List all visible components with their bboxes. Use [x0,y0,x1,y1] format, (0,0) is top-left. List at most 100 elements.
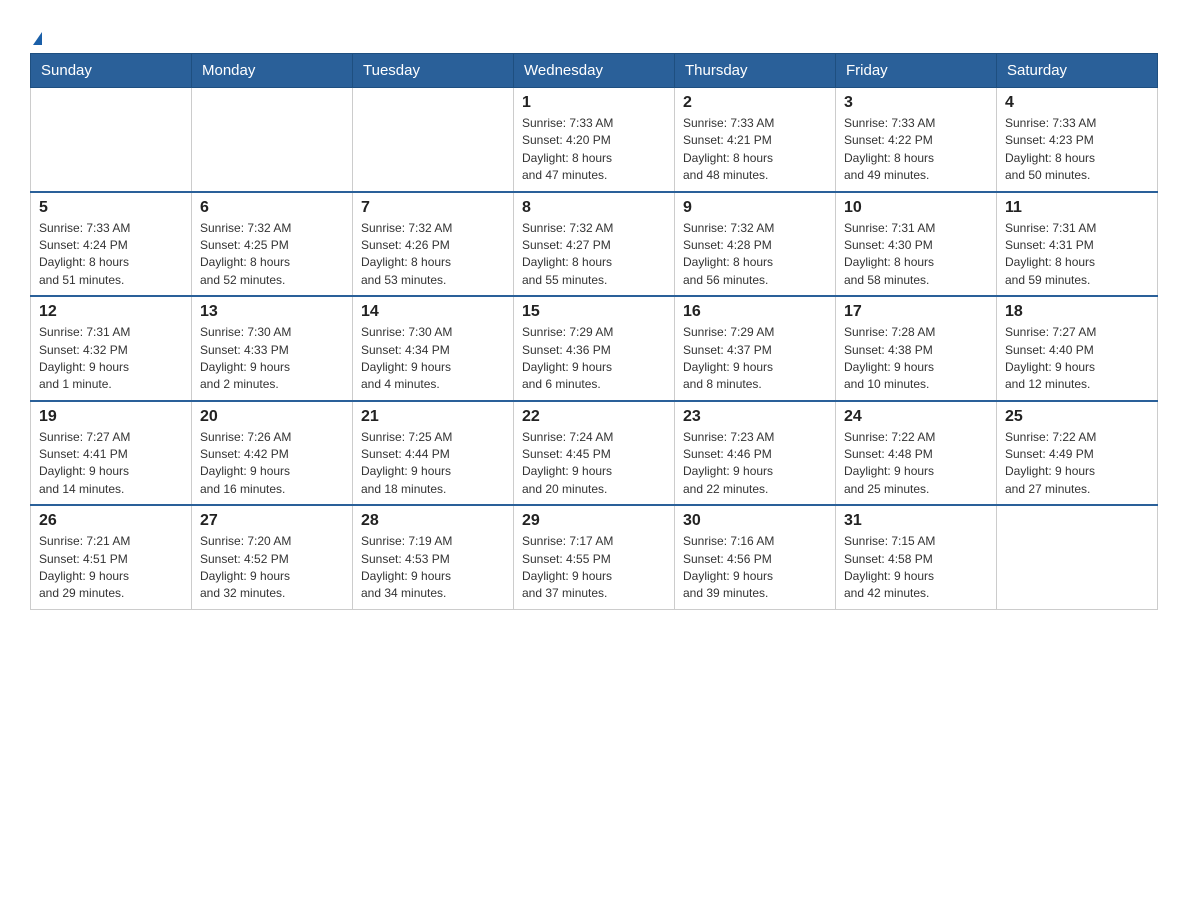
day-cell: 22 Sunrise: 7:24 AM Sunset: 4:45 PM Dayli… [514,401,675,506]
day-number: 29 [522,512,666,530]
day-info: Sunrise: 7:33 AM Sunset: 4:22 PM Dayligh… [844,115,988,185]
day-info: Sunrise: 7:32 AM Sunset: 4:25 PM Dayligh… [200,220,344,290]
page-header [30,20,1158,43]
day-cell: 10Sunrise: 7:31 AM Sunset: 4:30 PM Dayli… [836,192,997,297]
day-cell: 1 Sunrise: 7:33 AM Sunset: 4:20 PM Daylig… [514,88,675,192]
week-row-4: 19 Sunrise: 7:27 AM Sunset: 4:41 PM Dayli… [31,401,1158,506]
day-cell: 8Sunrise: 7:32 AM Sunset: 4:27 PM Daylig… [514,192,675,297]
day-cell: 21 Sunrise: 7:25 AM Sunset: 4:44 PM Dayli… [353,401,514,506]
day-cell: 7 Sunrise: 7:32 AM Sunset: 4:26 PM Daylig… [353,192,514,297]
day-cell: 12 Sunrise: 7:31 AM Sunset: 4:32 PM Dayli… [31,296,192,401]
calendar-table: SundayMondayTuesdayWednesdayThursdayFrid… [30,53,1158,610]
day-cell: 16 Sunrise: 7:29 AM Sunset: 4:37 PM Dayli… [675,296,836,401]
day-info: Sunrise: 7:31 AM Sunset: 4:32 PM Dayligh… [39,324,183,394]
day-cell: 4Sunrise: 7:33 AM Sunset: 4:23 PM Daylig… [997,88,1158,192]
day-info: Sunrise: 7:25 AM Sunset: 4:44 PM Dayligh… [361,429,505,499]
day-number: 18 [1005,303,1149,321]
day-cell: 11 Sunrise: 7:31 AM Sunset: 4:31 PM Dayli… [997,192,1158,297]
day-number: 4 [1005,94,1149,112]
day-cell: 29 Sunrise: 7:17 AM Sunset: 4:55 PM Dayli… [514,505,675,609]
day-cell: 28Sunrise: 7:19 AM Sunset: 4:53 PM Dayli… [353,505,514,609]
day-cell: 5 Sunrise: 7:33 AM Sunset: 4:24 PM Daylig… [31,192,192,297]
header-cell-thursday: Thursday [675,54,836,88]
day-number: 9 [683,199,827,217]
day-number: 20 [200,408,344,426]
day-info: Sunrise: 7:29 AM Sunset: 4:37 PM Dayligh… [683,324,827,394]
day-cell: 13Sunrise: 7:30 AM Sunset: 4:33 PM Dayli… [192,296,353,401]
day-info: Sunrise: 7:24 AM Sunset: 4:45 PM Dayligh… [522,429,666,499]
day-info: Sunrise: 7:27 AM Sunset: 4:40 PM Dayligh… [1005,324,1149,394]
logo-triangle-icon [33,32,42,45]
day-number: 26 [39,512,183,530]
day-cell [31,88,192,192]
day-info: Sunrise: 7:26 AM Sunset: 4:42 PM Dayligh… [200,429,344,499]
day-info: Sunrise: 7:15 AM Sunset: 4:58 PM Dayligh… [844,533,988,603]
calendar-body: 1 Sunrise: 7:33 AM Sunset: 4:20 PM Daylig… [31,88,1158,610]
day-number: 8 [522,199,666,217]
day-info: Sunrise: 7:31 AM Sunset: 4:30 PM Dayligh… [844,220,988,290]
day-number: 11 [1005,199,1149,217]
day-cell [353,88,514,192]
day-number: 23 [683,408,827,426]
day-info: Sunrise: 7:29 AM Sunset: 4:36 PM Dayligh… [522,324,666,394]
day-cell: 18 Sunrise: 7:27 AM Sunset: 4:40 PM Dayli… [997,296,1158,401]
day-info: Sunrise: 7:33 AM Sunset: 4:20 PM Dayligh… [522,115,666,185]
week-row-3: 12 Sunrise: 7:31 AM Sunset: 4:32 PM Dayli… [31,296,1158,401]
day-number: 27 [200,512,344,530]
day-info: Sunrise: 7:21 AM Sunset: 4:51 PM Dayligh… [39,533,183,603]
day-cell: 19 Sunrise: 7:27 AM Sunset: 4:41 PM Dayli… [31,401,192,506]
day-number: 14 [361,303,505,321]
week-row-5: 26 Sunrise: 7:21 AM Sunset: 4:51 PM Dayli… [31,505,1158,609]
day-cell: 27 Sunrise: 7:20 AM Sunset: 4:52 PM Dayli… [192,505,353,609]
day-info: Sunrise: 7:32 AM Sunset: 4:26 PM Dayligh… [361,220,505,290]
week-row-1: 1 Sunrise: 7:33 AM Sunset: 4:20 PM Daylig… [31,88,1158,192]
day-number: 19 [39,408,183,426]
day-number: 12 [39,303,183,321]
day-cell: 26 Sunrise: 7:21 AM Sunset: 4:51 PM Dayli… [31,505,192,609]
day-number: 30 [683,512,827,530]
day-cell [192,88,353,192]
day-cell: 14 Sunrise: 7:30 AM Sunset: 4:34 PM Dayli… [353,296,514,401]
header-cell-wednesday: Wednesday [514,54,675,88]
day-info: Sunrise: 7:31 AM Sunset: 4:31 PM Dayligh… [1005,220,1149,290]
day-cell: 15 Sunrise: 7:29 AM Sunset: 4:36 PM Dayli… [514,296,675,401]
day-info: Sunrise: 7:33 AM Sunset: 4:21 PM Dayligh… [683,115,827,185]
day-info: Sunrise: 7:33 AM Sunset: 4:24 PM Dayligh… [39,220,183,290]
day-info: Sunrise: 7:22 AM Sunset: 4:48 PM Dayligh… [844,429,988,499]
day-info: Sunrise: 7:32 AM Sunset: 4:28 PM Dayligh… [683,220,827,290]
day-number: 28 [361,512,505,530]
day-number: 15 [522,303,666,321]
day-number: 31 [844,512,988,530]
day-number: 17 [844,303,988,321]
day-info: Sunrise: 7:27 AM Sunset: 4:41 PM Dayligh… [39,429,183,499]
day-cell: 31 Sunrise: 7:15 AM Sunset: 4:58 PM Dayli… [836,505,997,609]
day-info: Sunrise: 7:20 AM Sunset: 4:52 PM Dayligh… [200,533,344,603]
day-cell: 30Sunrise: 7:16 AM Sunset: 4:56 PM Dayli… [675,505,836,609]
day-number: 7 [361,199,505,217]
day-cell: 23 Sunrise: 7:23 AM Sunset: 4:46 PM Dayli… [675,401,836,506]
day-info: Sunrise: 7:30 AM Sunset: 4:33 PM Dayligh… [200,324,344,394]
day-info: Sunrise: 7:17 AM Sunset: 4:55 PM Dayligh… [522,533,666,603]
day-cell: 3 Sunrise: 7:33 AM Sunset: 4:22 PM Daylig… [836,88,997,192]
day-cell: 24 Sunrise: 7:22 AM Sunset: 4:48 PM Dayli… [836,401,997,506]
day-number: 3 [844,94,988,112]
day-number: 2 [683,94,827,112]
day-cell [997,505,1158,609]
day-cell: 2 Sunrise: 7:33 AM Sunset: 4:21 PM Daylig… [675,88,836,192]
day-number: 16 [683,303,827,321]
day-number: 5 [39,199,183,217]
header-row: SundayMondayTuesdayWednesdayThursdayFrid… [31,54,1158,88]
day-number: 25 [1005,408,1149,426]
day-info: Sunrise: 7:23 AM Sunset: 4:46 PM Dayligh… [683,429,827,499]
week-row-2: 5 Sunrise: 7:33 AM Sunset: 4:24 PM Daylig… [31,192,1158,297]
day-cell: 6Sunrise: 7:32 AM Sunset: 4:25 PM Daylig… [192,192,353,297]
logo [30,30,42,43]
calendar-header: SundayMondayTuesdayWednesdayThursdayFrid… [31,54,1158,88]
day-number: 1 [522,94,666,112]
day-cell: 17Sunrise: 7:28 AM Sunset: 4:38 PM Dayli… [836,296,997,401]
day-number: 22 [522,408,666,426]
day-info: Sunrise: 7:30 AM Sunset: 4:34 PM Dayligh… [361,324,505,394]
header-cell-tuesday: Tuesday [353,54,514,88]
day-number: 21 [361,408,505,426]
day-number: 24 [844,408,988,426]
